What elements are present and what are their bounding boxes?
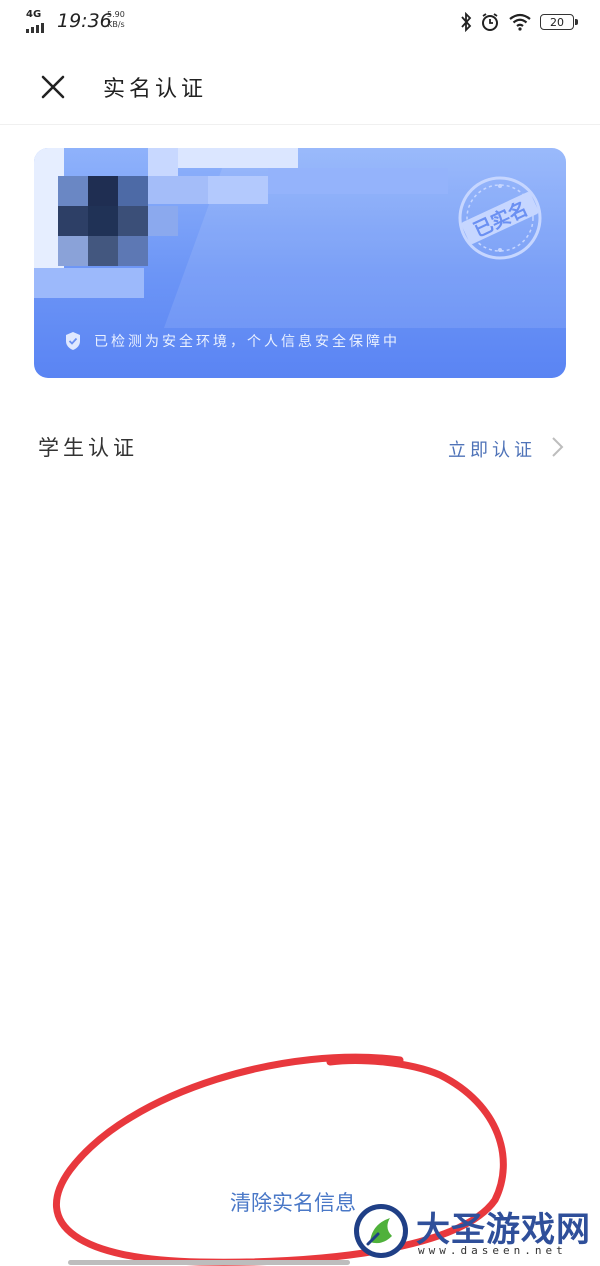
chevron-right-icon [552,437,564,457]
verify-now-link[interactable]: 立即认证 [448,436,536,462]
bluetooth-icon [461,12,472,32]
shield-check-icon [66,332,80,350]
battery-icon: 20 [540,14,578,30]
network-speed: 5.90 KB/s [107,10,125,30]
watermark-logo-icon [354,1204,408,1258]
nav-bar: 实名认证 [0,48,600,125]
wifi-icon [509,13,531,31]
battery-level: 20 [550,16,564,29]
home-indicator[interactable] [68,1260,350,1265]
security-text: 已检测为安全环境，个人信息安全保障中 [94,334,400,350]
security-status: 已检测为安全环境，个人信息安全保障中 [64,331,400,351]
speed-unit: KB/s [107,20,125,29]
close-icon[interactable] [40,74,66,100]
verified-seal-icon: 已实名 [458,176,542,260]
signal-bars-icon [26,23,44,33]
clear-real-name-button[interactable]: 清除实名信息 [230,1187,356,1217]
seal-text: 已实名 [470,197,531,242]
real-name-card: 已实名 已检测为安全环境，个人信息安全保障中 [34,148,566,378]
network-type: 4G [26,9,42,20]
status-time: 19:36 [57,10,112,32]
signal-indicator: 4G [26,10,48,34]
watermark-url: www.daseen.net [418,1244,567,1257]
site-watermark: 大圣游戏网 www.daseen.net [350,1198,600,1266]
alarm-icon [482,13,498,31]
speed-value: 5.90 [107,10,125,19]
student-verification-row[interactable]: 学生认证 立即认证 [0,410,600,482]
student-verification-label: 学生认证 [38,436,138,460]
page-title: 实名认证 [103,77,208,102]
status-bar: 4G 19:36 5.90 KB/s 20 [0,0,600,48]
